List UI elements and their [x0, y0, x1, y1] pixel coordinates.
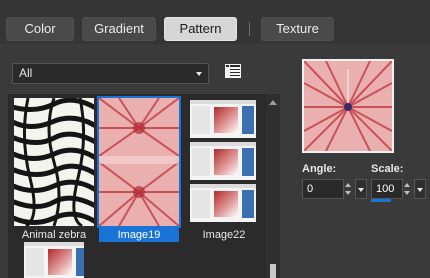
- scale-dropdown-button[interactable]: [414, 179, 426, 199]
- chevron-down-icon: [196, 72, 202, 76]
- pattern-item-label: Animal zebra: [21, 229, 87, 241]
- partial-tile: [24, 242, 84, 278]
- angle-dropdown-button[interactable]: [355, 179, 367, 199]
- partial-thumbnail: [14, 242, 94, 278]
- angle-spinner[interactable]: [344, 179, 354, 199]
- tab-gradient[interactable]: Gradient: [82, 17, 156, 41]
- pattern-item-partial[interactable]: [14, 242, 94, 278]
- angle-input[interactable]: 0: [302, 179, 344, 199]
- image22-thumbnail: [184, 98, 264, 226]
- gallery-scrollbar[interactable]: [266, 94, 280, 278]
- image22-tile: [190, 142, 256, 180]
- list-options-icon[interactable]: [225, 64, 241, 78]
- tab-color[interactable]: Color: [6, 17, 74, 41]
- chevron-down-icon: [417, 188, 423, 192]
- spin-down-icon[interactable]: [404, 191, 410, 195]
- image22-tile: [190, 184, 256, 222]
- pattern-item-animal-zebra[interactable]: Animal zebra: [14, 98, 94, 242]
- pattern-item-image19[interactable]: Image19: [97, 96, 181, 242]
- category-dropdown-value: All: [19, 66, 33, 80]
- scale-slider-indicator: [371, 199, 391, 202]
- chevron-down-icon: [358, 188, 364, 192]
- spin-down-icon[interactable]: [345, 191, 351, 195]
- scroll-up-icon[interactable]: [269, 100, 277, 105]
- scrollbar-thumb[interactable]: [270, 264, 276, 278]
- pattern-gallery: Animal zebra Image19 Image22: [8, 94, 266, 278]
- tab-separator: [249, 22, 250, 36]
- spin-up-icon[interactable]: [404, 183, 410, 187]
- scale-input[interactable]: 100: [371, 179, 403, 199]
- category-dropdown[interactable]: All: [12, 63, 209, 84]
- tab-pattern[interactable]: Pattern: [164, 17, 237, 41]
- pattern-preview[interactable]: [302, 59, 394, 153]
- image22-tile: [190, 100, 256, 138]
- scale-spinner[interactable]: [403, 179, 413, 199]
- pattern-item-label: Image19: [99, 228, 179, 242]
- pattern-item-label: Image22: [202, 229, 246, 241]
- angle-label: Angle:: [302, 163, 337, 175]
- image19-thumbnail: [97, 96, 181, 228]
- tab-texture[interactable]: Texture: [261, 17, 334, 41]
- scale-label: Scale:: [371, 163, 404, 175]
- spin-up-icon[interactable]: [345, 183, 351, 187]
- fill-type-tabbar: Color Gradient Pattern Texture: [0, 0, 430, 44]
- zebra-thumbnail: [14, 98, 94, 226]
- pattern-item-image22[interactable]: Image22: [184, 98, 264, 242]
